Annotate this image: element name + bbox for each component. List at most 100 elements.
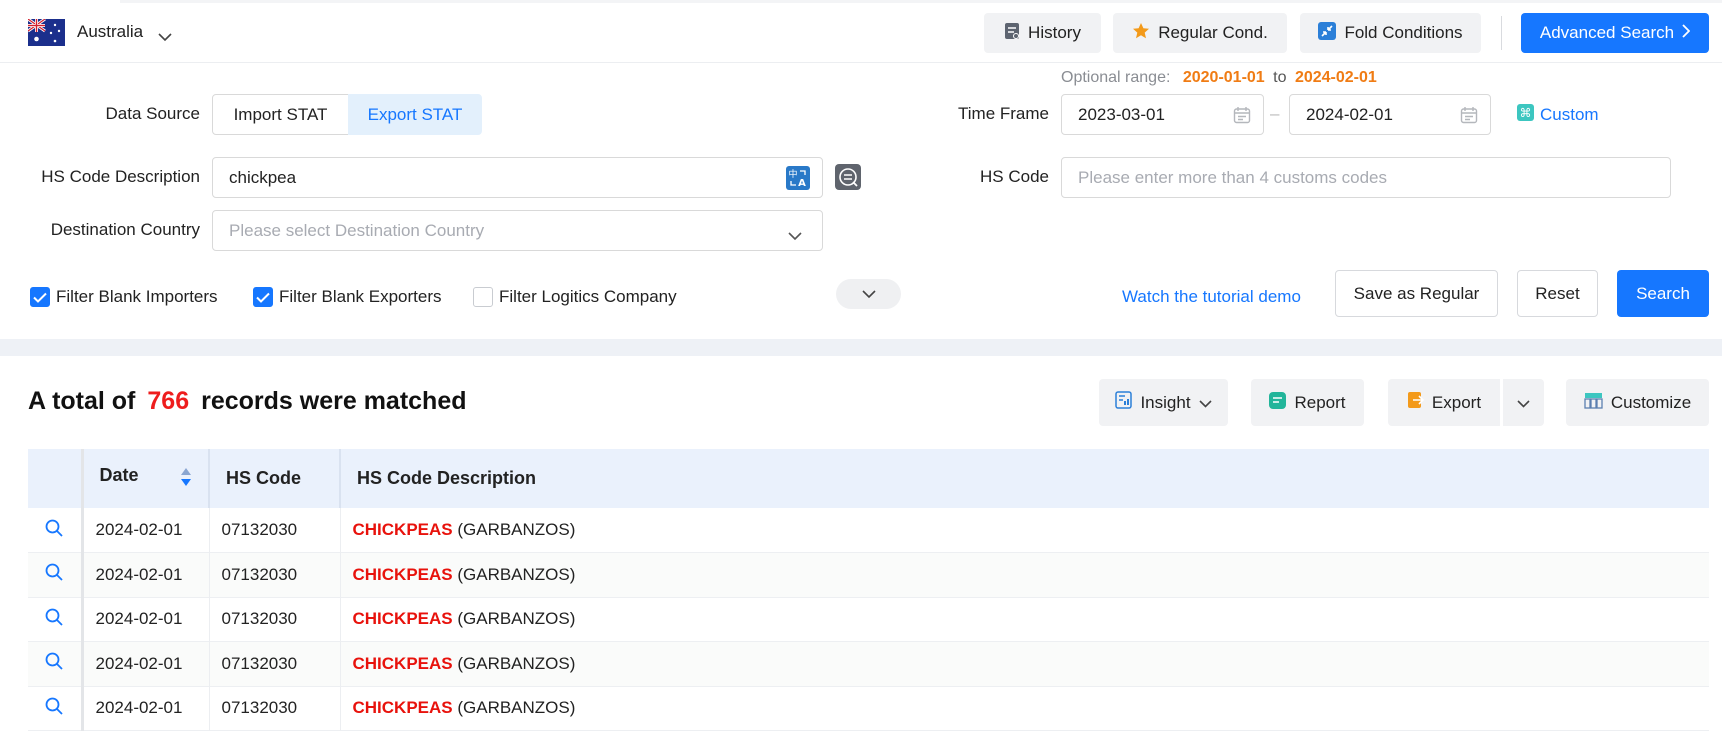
advanced-search-button[interactable]: Advanced Search bbox=[1521, 13, 1709, 53]
results-count: 766 bbox=[147, 387, 190, 415]
start-date-value: 2023-03-01 bbox=[1078, 104, 1165, 124]
export-stat-option[interactable]: Export STAT bbox=[348, 94, 482, 135]
export-options-button[interactable] bbox=[1503, 379, 1544, 426]
hs-desc-value: chickpea bbox=[229, 167, 297, 187]
svg-text:中: 中 bbox=[788, 168, 797, 180]
optional-range-to: to bbox=[1273, 69, 1287, 86]
expand-conditions-button[interactable] bbox=[836, 279, 901, 309]
filter-logistics-company-checkbox[interactable] bbox=[473, 287, 493, 307]
fold-conditions-label: Fold Conditions bbox=[1344, 23, 1463, 42]
hs-desc-input[interactable]: chickpea 中A bbox=[212, 157, 823, 198]
table-row[interactable]: 2024-02-01 07132030 CHICKPEAS (GARBANZOS… bbox=[28, 508, 1709, 553]
date-range-separator: – bbox=[1270, 104, 1280, 123]
toolbar-divider bbox=[1501, 16, 1502, 50]
row-hs-desc: CHICKPEAS (GARBANZOS) bbox=[340, 642, 1709, 687]
row-hs-code: 07132030 bbox=[209, 641, 341, 686]
results-prefix: A total of bbox=[28, 387, 136, 415]
row-hs-code: 07132030 bbox=[209, 552, 341, 597]
start-date-input[interactable]: 2023-03-01 bbox=[1061, 94, 1264, 135]
customize-button[interactable]: Customize bbox=[1566, 379, 1709, 426]
row-date: 2024-02-01 bbox=[82, 552, 210, 597]
row-search-icon[interactable] bbox=[28, 641, 84, 686]
star-icon bbox=[1132, 22, 1150, 45]
calendar-icon bbox=[1233, 106, 1251, 129]
filter-logistics-company-label[interactable]: Filter Logitics Company bbox=[499, 287, 677, 307]
destination-country-select[interactable]: Please select Destination Country bbox=[212, 210, 823, 251]
sort-icon[interactable] bbox=[180, 467, 192, 492]
row-hs-code: 07132030 bbox=[209, 686, 341, 731]
row-hs-desc: CHICKPEAS (GARBANZOS) bbox=[340, 597, 1709, 642]
semantic-search-icon[interactable] bbox=[835, 164, 861, 195]
tutorial-demo-link[interactable]: Watch the tutorial demo bbox=[1122, 287, 1301, 307]
results-table: Date HS Code HS Code Description 2024-02… bbox=[28, 449, 1709, 731]
filter-blank-importers-label[interactable]: Filter Blank Importers bbox=[56, 287, 218, 307]
customize-label: Customize bbox=[1610, 392, 1692, 412]
hs-code-input[interactable]: Please enter more than 4 customs codes bbox=[1061, 157, 1671, 198]
command-icon: ⌘ bbox=[1517, 104, 1534, 126]
advanced-search-label: Advanced Search bbox=[1539, 23, 1675, 42]
destination-country-label: Destination Country bbox=[50, 220, 200, 239]
regular-cond-button[interactable]: Regular Cond. bbox=[1113, 13, 1287, 53]
results-summary: A total of 766 records were matched bbox=[28, 387, 467, 416]
hs-desc-label: HS Code Description bbox=[41, 167, 200, 186]
chevron-down-icon bbox=[1517, 393, 1530, 413]
fold-conditions-button[interactable]: Fold Conditions bbox=[1300, 13, 1481, 53]
date-column-label: Date bbox=[99, 465, 139, 485]
table-header-action bbox=[28, 449, 84, 508]
table-row[interactable]: 2024-02-01 07132030 CHICKPEAS (GARBANZOS… bbox=[28, 552, 1709, 598]
export-label: Export bbox=[1431, 392, 1482, 412]
chevron-down-icon bbox=[788, 226, 802, 246]
custom-label: Custom bbox=[1540, 105, 1599, 124]
australia-flag-icon[interactable] bbox=[27, 17, 65, 46]
row-keyword-highlight: CHICKPEAS bbox=[352, 609, 453, 629]
history-button[interactable]: History bbox=[984, 13, 1101, 53]
row-search-icon[interactable] bbox=[28, 597, 84, 642]
optional-range: Optional range: 2020-01-01 to 2024-02-01 bbox=[1061, 69, 1377, 87]
filter-blank-importers-checkbox[interactable] bbox=[30, 287, 50, 307]
translate-icon[interactable]: 中A bbox=[786, 166, 810, 195]
row-date: 2024-02-01 bbox=[82, 641, 210, 686]
chevron-down-icon bbox=[861, 284, 876, 304]
table-header-date[interactable]: Date bbox=[82, 449, 210, 508]
insight-button[interactable]: Insight bbox=[1099, 379, 1228, 426]
chevron-down-icon[interactable] bbox=[158, 27, 172, 47]
destination-country-placeholder: Please select Destination Country bbox=[229, 220, 485, 240]
reset-button[interactable]: Reset bbox=[1517, 270, 1598, 317]
history-icon bbox=[1004, 22, 1020, 45]
table-row[interactable]: 2024-02-01 07132030 CHICKPEAS (GARBANZOS… bbox=[28, 641, 1709, 687]
row-search-icon[interactable] bbox=[28, 508, 84, 553]
row-date: 2024-02-01 bbox=[82, 597, 210, 642]
export-button[interactable]: Export bbox=[1388, 379, 1500, 426]
import-stat-option[interactable]: Import STAT bbox=[212, 94, 349, 135]
filter-blank-exporters-checkbox[interactable] bbox=[253, 287, 273, 307]
end-date-value: 2024-02-01 bbox=[1306, 104, 1393, 124]
row-desc-rest: (GARBANZOS) bbox=[452, 564, 576, 584]
hs-code-label: HS Code bbox=[980, 167, 1049, 186]
search-button[interactable]: Search bbox=[1617, 270, 1709, 317]
table-row[interactable]: 2024-02-01 07132030 CHICKPEAS (GARBANZOS… bbox=[28, 597, 1709, 642]
custom-range-link[interactable]: ⌘ Custom bbox=[1517, 104, 1599, 126]
chevron-down-icon bbox=[1198, 393, 1212, 413]
insight-icon bbox=[1115, 391, 1133, 414]
row-desc-rest: (GARBANZOS) bbox=[452, 609, 576, 629]
table-row[interactable]: 2024-02-01 07132030 CHICKPEAS (GARBANZOS… bbox=[28, 686, 1709, 731]
row-search-icon[interactable] bbox=[28, 552, 84, 597]
filter-blank-exporters-label[interactable]: Filter Blank Exporters bbox=[279, 287, 442, 307]
country-name[interactable]: Australia bbox=[77, 22, 143, 42]
save-as-regular-button[interactable]: Save as Regular bbox=[1335, 270, 1498, 317]
data-source-label: Data Source bbox=[105, 104, 201, 123]
chevron-right-icon bbox=[1682, 23, 1691, 43]
history-label: History bbox=[1028, 23, 1081, 42]
row-keyword-highlight: CHICKPEAS bbox=[352, 520, 453, 539]
row-desc-rest: (GARBANZOS) bbox=[452, 698, 576, 718]
table-header-hs-code[interactable]: HS Code bbox=[209, 449, 341, 508]
row-search-icon[interactable] bbox=[28, 686, 84, 731]
row-hs-desc: CHICKPEAS (GARBANZOS) bbox=[340, 553, 1709, 598]
end-date-input[interactable]: 2024-02-01 bbox=[1289, 94, 1491, 135]
row-keyword-highlight: CHICKPEAS bbox=[352, 698, 453, 718]
report-button[interactable]: Report bbox=[1251, 379, 1364, 426]
insight-label: Insight bbox=[1140, 392, 1191, 412]
section-separator bbox=[0, 339, 1722, 356]
table-header-hs-desc[interactable]: HS Code Description bbox=[340, 449, 1709, 508]
row-hs-desc: CHICKPEAS (GARBANZOS) bbox=[340, 686, 1709, 731]
